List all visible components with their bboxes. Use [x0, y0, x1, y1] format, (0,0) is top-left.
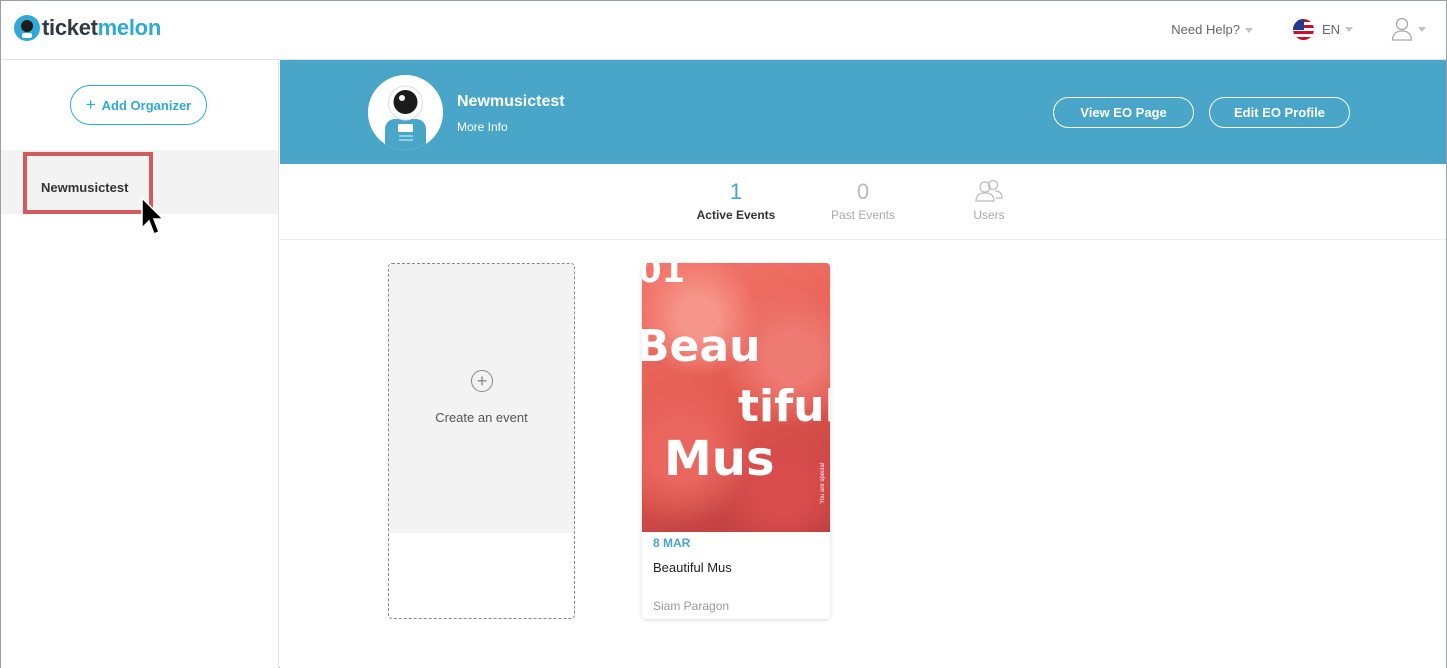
add-organizer-button[interactable]: + Add Organizer	[70, 85, 207, 125]
language-dropdown[interactable]: EN	[1292, 18, 1353, 40]
language-label: EN	[1321, 21, 1340, 37]
poster-text: tiful	[738, 381, 830, 432]
organizer-banner: Newmusictest More Info View EO Page Edit…	[280, 60, 1446, 164]
events-area: + Create an event 01 Beau tiful Mus You …	[280, 241, 1446, 668]
us-flag-icon	[1292, 18, 1314, 40]
event-card[interactable]: 01 Beau tiful Mus You are special 8 MAR …	[642, 263, 830, 619]
chevron-down-icon	[1418, 26, 1426, 32]
stats-tabs: 1 Active Events 0 Past Events Users	[280, 164, 1446, 240]
event-date: 8 MAR	[653, 536, 691, 550]
event-poster-image: 01 Beau tiful Mus You are special	[642, 263, 830, 532]
past-events-label: Past Events	[830, 208, 896, 222]
tab-past-events[interactable]: 0 Past Events	[808, 179, 918, 222]
edit-eo-profile-button[interactable]: Edit EO Profile	[1209, 97, 1350, 128]
plus-icon: +	[85, 95, 96, 114]
top-nav: Need Help? EN	[1171, 17, 1426, 41]
past-events-count: 0	[856, 179, 870, 204]
poster-text: Beau	[642, 321, 761, 372]
user-menu[interactable]	[1391, 17, 1426, 41]
chevron-down-icon	[1244, 27, 1253, 33]
sidebar-item-label: Newmusictest	[23, 152, 153, 214]
create-event-card[interactable]: + Create an event	[388, 263, 575, 619]
users-icon-wrap	[934, 179, 1044, 206]
users-label: Users	[973, 208, 1005, 222]
poster-text: Mus	[664, 431, 775, 487]
create-event-placeholder	[389, 264, 574, 533]
astronaut-logo-icon	[14, 15, 40, 41]
sidebar: + Add Organizer Newmusictest	[1, 60, 279, 668]
add-circle-icon: +	[471, 370, 493, 392]
active-events-label: Active Events	[696, 208, 776, 222]
active-events-count: 1	[729, 179, 743, 204]
need-help-dropdown[interactable]: Need Help?	[1171, 22, 1253, 37]
poster-tagline: You are special	[820, 463, 826, 504]
tab-active-events[interactable]: 1 Active Events	[681, 179, 791, 222]
logo-text: ticketmelon	[42, 15, 161, 40]
chevron-down-icon	[1345, 26, 1353, 32]
users-icon	[975, 179, 1003, 202]
user-icon	[1391, 17, 1413, 41]
view-eo-page-button[interactable]: View EO Page	[1053, 97, 1194, 128]
organizer-avatar	[368, 75, 443, 150]
add-organizer-label: Add Organizer	[101, 97, 192, 113]
event-title: Beautiful Mus	[653, 560, 732, 575]
top-bar: ticketmelon Need Help? EN	[1, 1, 1446, 60]
tab-users[interactable]: Users	[934, 179, 1044, 222]
mouse-cursor-icon	[141, 196, 165, 235]
need-help-label: Need Help?	[1171, 21, 1240, 37]
create-event-label: Create an event	[435, 410, 528, 425]
more-info-link[interactable]: More Info	[457, 120, 508, 134]
astronaut-avatar-icon	[368, 75, 443, 150]
organizer-name: Newmusictest	[457, 93, 565, 110]
ticketmelon-logo[interactable]: ticketmelon	[14, 15, 161, 41]
poster-text: 01	[642, 263, 686, 291]
event-venue: Siam Paragon	[653, 599, 730, 613]
